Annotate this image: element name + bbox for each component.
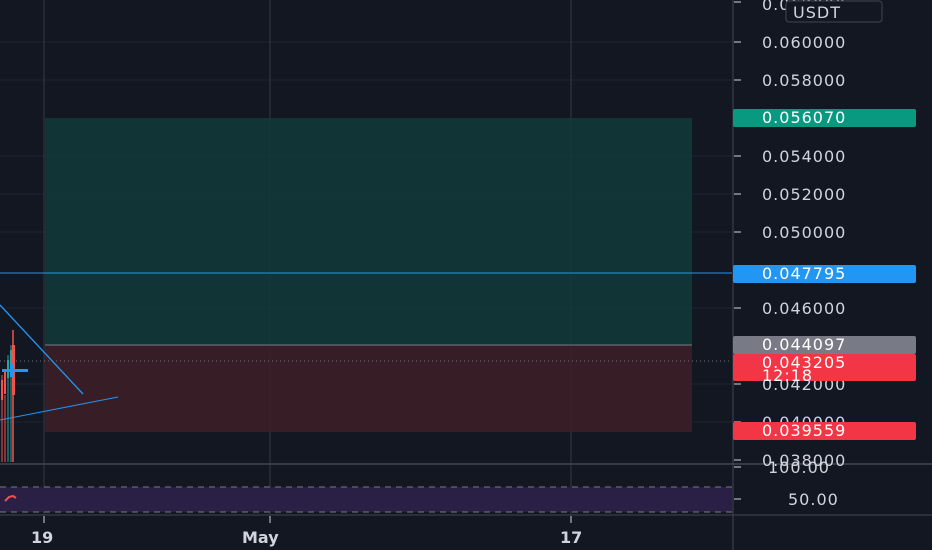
price-axis[interactable]: 0.062000 USDT 0.060000 0.058000 0.054000… bbox=[734, 0, 883, 470]
entry-price: 0.044097 bbox=[762, 335, 846, 354]
price-tick-0052: 0.052000 bbox=[762, 185, 846, 204]
horizontal-line-price: 0.047795 bbox=[762, 264, 846, 283]
time-label-may: May bbox=[242, 528, 279, 547]
time-label-19: 19 bbox=[31, 528, 53, 547]
price-tick-0060: 0.060000 bbox=[762, 33, 846, 52]
time-label-17: 17 bbox=[560, 528, 582, 547]
horizontal-line-tag[interactable]: 0.047795 bbox=[733, 264, 916, 283]
trading-chart[interactable]: 0.062000 USDT 0.060000 0.058000 0.054000… bbox=[0, 0, 932, 550]
price-tick-0050: 0.050000 bbox=[762, 223, 846, 242]
take-profit-tag[interactable]: 0.056070 bbox=[733, 108, 916, 127]
bar-countdown: 12:18 bbox=[762, 366, 813, 385]
price-tick-0058: 0.058000 bbox=[762, 71, 846, 90]
price-tick-0054: 0.054000 bbox=[762, 147, 846, 166]
stop-loss-tag[interactable]: 0.039559 bbox=[733, 421, 916, 440]
take-profit-price: 0.056070 bbox=[762, 108, 846, 127]
last-price-tag[interactable]: 0.043205 12:18 bbox=[733, 353, 916, 385]
stop-loss-price: 0.039559 bbox=[762, 421, 846, 440]
profit-zone[interactable] bbox=[45, 118, 692, 345]
price-tick-0046: 0.046000 bbox=[762, 299, 846, 318]
oscillator-band bbox=[0, 487, 732, 512]
oscillator-tick-50: 50.00 bbox=[788, 490, 839, 509]
candles bbox=[1, 330, 15, 462]
time-axis[interactable]: 19 May 17 bbox=[31, 516, 582, 547]
loss-zone[interactable] bbox=[45, 345, 692, 432]
oscillator-axis[interactable]: 100.00 50.00 bbox=[734, 458, 839, 509]
currency-label: USDT bbox=[793, 3, 841, 22]
oscillator-tick-100: 100.00 bbox=[768, 458, 830, 477]
entry-tag[interactable]: 0.044097 bbox=[733, 335, 916, 354]
